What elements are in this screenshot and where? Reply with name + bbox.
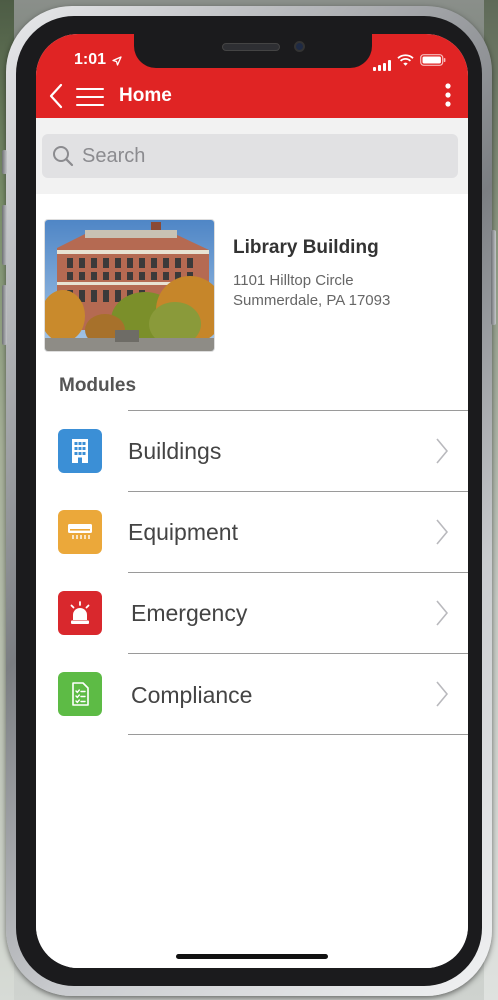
air-conditioner-icon: [58, 510, 102, 554]
module-label: Emergency: [131, 600, 248, 626]
page-title: Home: [119, 85, 172, 106]
app-screen: 1:01 Home Search Library Building 1101 H…: [36, 34, 468, 968]
building-address-line1: 1101 Hilltop Circle: [233, 272, 354, 289]
building-photo[interactable]: [44, 219, 215, 352]
volume-up-button: [2, 205, 7, 265]
home-indicator[interactable]: [176, 954, 328, 959]
status-time: 1:01: [74, 51, 107, 68]
divider: [128, 734, 468, 735]
siren-icon: [58, 591, 102, 635]
speaker-grill: [222, 43, 280, 51]
building-icon: [58, 429, 102, 473]
battery-icon: [420, 53, 446, 71]
building-address-line2: Summerdale, PA 17093: [233, 292, 391, 309]
notch: [134, 34, 372, 68]
main-content: Library Building 1101 Hilltop Circle Sum…: [36, 194, 468, 968]
search-input[interactable]: [82, 134, 442, 178]
chevron-right-icon: [436, 681, 449, 712]
nav-bar: Home: [36, 72, 468, 118]
chevron-right-icon: [436, 519, 449, 550]
hamburger-menu-icon[interactable]: [76, 87, 104, 112]
volume-down-button: [2, 285, 7, 345]
mute-switch: [2, 150, 7, 174]
building-name: Library Building: [233, 237, 379, 258]
module-label: Compliance: [131, 682, 253, 708]
more-options-icon[interactable]: [444, 82, 452, 113]
power-button: [491, 230, 496, 325]
module-row-equipment[interactable]: Equipment: [36, 492, 468, 573]
module-label: Buildings: [128, 438, 222, 464]
search-box[interactable]: [42, 134, 458, 178]
chevron-right-icon: [436, 438, 449, 469]
cellular-signal-icon: [373, 60, 391, 71]
checklist-icon: [58, 672, 102, 716]
module-row-emergency[interactable]: Emergency: [36, 573, 468, 654]
location-arrow-icon: [112, 53, 122, 71]
search-icon: [52, 145, 74, 172]
front-camera: [294, 41, 305, 52]
search-bar: [36, 118, 468, 194]
back-icon[interactable]: [48, 83, 64, 114]
modules-heading: Modules: [59, 375, 137, 396]
module-label: Equipment: [128, 519, 238, 545]
module-row-buildings[interactable]: Buildings: [36, 411, 468, 492]
chevron-right-icon: [436, 600, 449, 631]
wifi-icon: [397, 53, 414, 71]
module-row-compliance[interactable]: Compliance: [36, 654, 468, 735]
